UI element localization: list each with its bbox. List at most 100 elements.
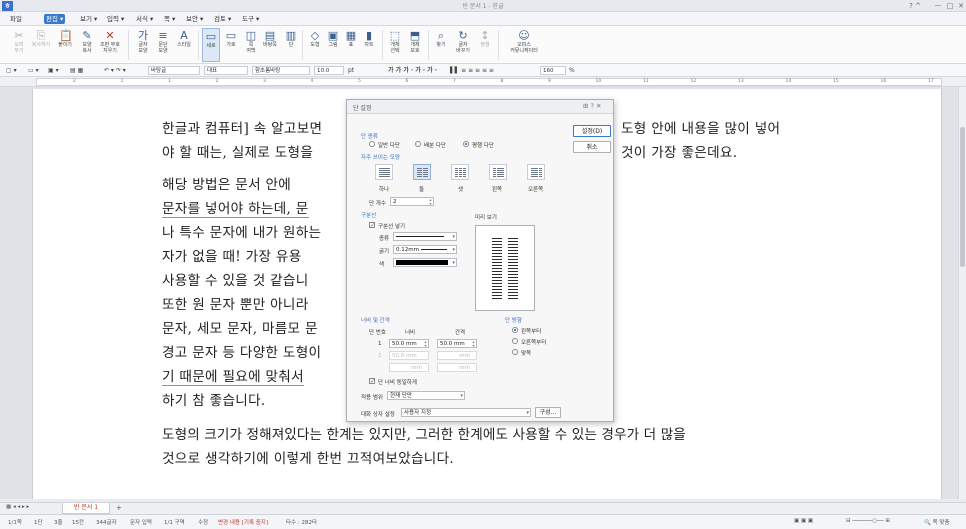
dialog-titlebar[interactable]: 단 설정 ⊞ ? ✕ <box>347 100 613 114</box>
style-select[interactable]: 바탕글 <box>148 66 200 75</box>
status-page[interactable]: 1/1쪽 <box>8 518 22 526</box>
cut-button[interactable]: ✂ 오려 두기 <box>10 28 28 62</box>
line-color-select[interactable]: ▾ <box>393 258 457 267</box>
format-painter-button[interactable]: ✎ 모양 복사 <box>78 28 96 62</box>
cancel-button[interactable]: 취소 <box>573 141 611 153</box>
zoom-fit-label[interactable]: 🔍 쪽 맞춤 <box>924 518 950 526</box>
print-icon[interactable]: ▤ ▦ <box>70 66 83 75</box>
chart-button[interactable]: ▮ 차트 <box>360 28 378 62</box>
object-protect-button[interactable]: ⬒ 개체 보호 <box>406 28 424 62</box>
preset-left[interactable] <box>489 164 507 180</box>
font-select[interactable]: 함초롬바탕 <box>252 66 310 75</box>
apply-range-select[interactable]: 현재 단만 ▾ <box>387 391 465 400</box>
portrait-button[interactable]: ▭ 세로 <box>202 28 220 62</box>
radio-right-first[interactable] <box>512 338 518 344</box>
table-button[interactable]: ▦ 표 <box>342 28 360 62</box>
font-size-unit[interactable]: pt <box>348 66 354 75</box>
gap-input-3[interactable]: mm <box>437 363 477 372</box>
menu-file[interactable]: 파일 <box>8 14 24 24</box>
ruler-number: 8 <box>500 79 504 84</box>
undo-icon[interactable]: ↶ ▾ ↷ ▾ <box>104 66 126 75</box>
menu-security[interactable]: 보안 ▾ <box>184 14 205 24</box>
line-type-select[interactable]: ▾ <box>393 232 457 241</box>
status-edit-mode[interactable]: 수정 <box>198 518 208 526</box>
find-button[interactable]: ⌕ 찾기 <box>432 28 450 62</box>
tab-document-1[interactable]: 빈 문서 1 <box>62 503 110 514</box>
radio-distributed-multi[interactable] <box>415 141 421 147</box>
font-size-input[interactable]: 10.0 <box>314 66 344 75</box>
clear-codes-button[interactable]: ✕ 조판 부호 지우기 <box>98 28 122 62</box>
preset-right[interactable] <box>527 164 545 180</box>
radio-normal-multi[interactable] <box>369 141 375 147</box>
doc-line: 나 특수 문자에 내가 원하는 <box>162 225 322 241</box>
status-input-mode[interactable]: 문자 입력 <box>130 518 152 526</box>
width-input-1[interactable]: 50.0 mm ▴ ▾ <box>389 339 429 348</box>
new-doc-icon[interactable]: ▢ ▾ <box>6 66 17 75</box>
scissors-icon: ✂ <box>14 29 24 42</box>
zoom-slider[interactable]: ⊟ ──────○── ⊞ <box>846 518 890 524</box>
ruler-number: 6 <box>405 79 409 84</box>
divider-checkbox[interactable]: ✓ <box>369 222 375 229</box>
scrollbar-thumb[interactable] <box>960 127 965 267</box>
open-doc-icon[interactable]: ▭ ▾ <box>28 66 39 75</box>
close-button[interactable]: ✕ <box>955 1 966 11</box>
gap-input-1[interactable]: 50.0 mm ▴ ▾ <box>437 339 477 348</box>
para-shape-button[interactable]: ≡ 문단 모양 <box>154 28 172 62</box>
shape-button[interactable]: ◇ 도형 <box>306 28 324 62</box>
object-select-button[interactable]: ⬚ 개체 선택 <box>386 28 404 62</box>
doc-line: 사용할 수 있을 것 같습니 <box>162 273 309 289</box>
view-mode-icons[interactable]: ▣ ▣ ▣ <box>794 518 813 524</box>
width-input-2[interactable]: 50.0 mm <box>389 351 429 360</box>
same-width-checkbox[interactable]: ✓ <box>369 378 375 385</box>
sort-button[interactable]: ↕ 정렬 <box>476 28 494 62</box>
radio-label: 맞쪽 <box>521 351 532 357</box>
preset-config-button[interactable]: 구성... <box>535 407 561 418</box>
menu-format[interactable]: 서식 ▾ <box>134 14 155 24</box>
horizontal-ruler[interactable]: 2 1 1 2 3 4 5 6 7 8 9 10 11 12 13 14 15 16 17 <box>0 77 966 87</box>
status-track-changes[interactable]: 변경 내용 [기록 중지] <box>218 518 268 526</box>
radio-left-first[interactable] <box>512 327 518 333</box>
char-shape-button[interactable]: 가 글자 모양 <box>134 28 152 62</box>
menu-edit[interactable]: 편집 ▾ <box>44 14 66 24</box>
columns-button[interactable]: ▥ 단 <box>282 28 300 62</box>
column-count-input[interactable]: 2 ▴ ▾ <box>390 197 434 206</box>
dialog-close-icon[interactable]: ⊞ ? ✕ <box>583 102 601 110</box>
radio-parallel-multi[interactable] <box>463 141 469 147</box>
save-icon[interactable]: ▣ ▾ <box>48 66 59 75</box>
menu-insert[interactable]: 입력 ▾ <box>105 14 126 24</box>
char-format-buttons[interactable]: 가 가 가 · 가 · 가 · <box>388 66 437 75</box>
menu-tools[interactable]: 도구 ▾ <box>240 14 261 24</box>
landscape-button[interactable]: ▭ 가로 <box>222 28 240 62</box>
width-input-3[interactable]: mm <box>389 363 429 372</box>
copy-button[interactable]: ⎘ 복사하기 <box>30 28 52 62</box>
preset-three[interactable] <box>451 164 469 180</box>
style-button[interactable]: A 스타일 <box>174 28 194 62</box>
align-buttons[interactable]: ▌▌ ≡ ≡ ≡ ≡ ≡ <box>450 66 494 75</box>
ok-button[interactable]: 설정(D) <box>573 125 611 137</box>
paste-button[interactable]: 📋 붙이기 <box>56 28 74 62</box>
lang-select[interactable]: 대표 <box>204 66 248 75</box>
menu-review[interactable]: 검토 ▾ <box>212 14 233 24</box>
gap-input-2[interactable]: mm <box>437 351 477 360</box>
office-communicator-button[interactable]: ☺ 오피스 커뮤니케이터 <box>504 28 544 62</box>
zoom-input[interactable]: 160 <box>540 66 566 75</box>
menu-page[interactable]: 쪽 ▾ <box>162 14 177 24</box>
radio-facing[interactable] <box>512 349 518 355</box>
line-width-select[interactable]: 0.12mm ▾ <box>393 245 457 254</box>
master-page-button[interactable]: ▤ 바탕쪽 <box>260 28 280 62</box>
dialog-preset-select[interactable]: 사용자 지정 ▾ <box>401 408 531 417</box>
add-tab-button[interactable]: + <box>116 504 122 512</box>
menu-bar: 파일 편집 ▾ 보기 ▾ 입력 ▾ 서식 ▾ 쪽 ▾ 보안 ▾ 검토 ▾ 도구 … <box>0 12 966 26</box>
picture-button[interactable]: ▣ 그림 <box>324 28 342 62</box>
menu-view[interactable]: 보기 ▾ <box>78 14 99 24</box>
tab-nav-icon[interactable]: ▦ ◂ ◂ ▸ ▸ <box>6 504 29 510</box>
page-margin-button[interactable]: ◫ 쪽 여백 <box>242 28 260 62</box>
minimize-button[interactable]: ㅡ <box>932 1 944 11</box>
preset-one[interactable] <box>375 164 393 180</box>
ruler-number: 10 <box>595 79 602 84</box>
replace-button[interactable]: ↻ 글자 바꾸기 <box>452 28 474 62</box>
help-icon[interactable]: ? ^ <box>900 1 930 11</box>
vertical-scrollbar[interactable] <box>958 87 966 499</box>
zoom-unit[interactable]: % <box>569 66 575 75</box>
preset-two[interactable] <box>413 164 431 180</box>
